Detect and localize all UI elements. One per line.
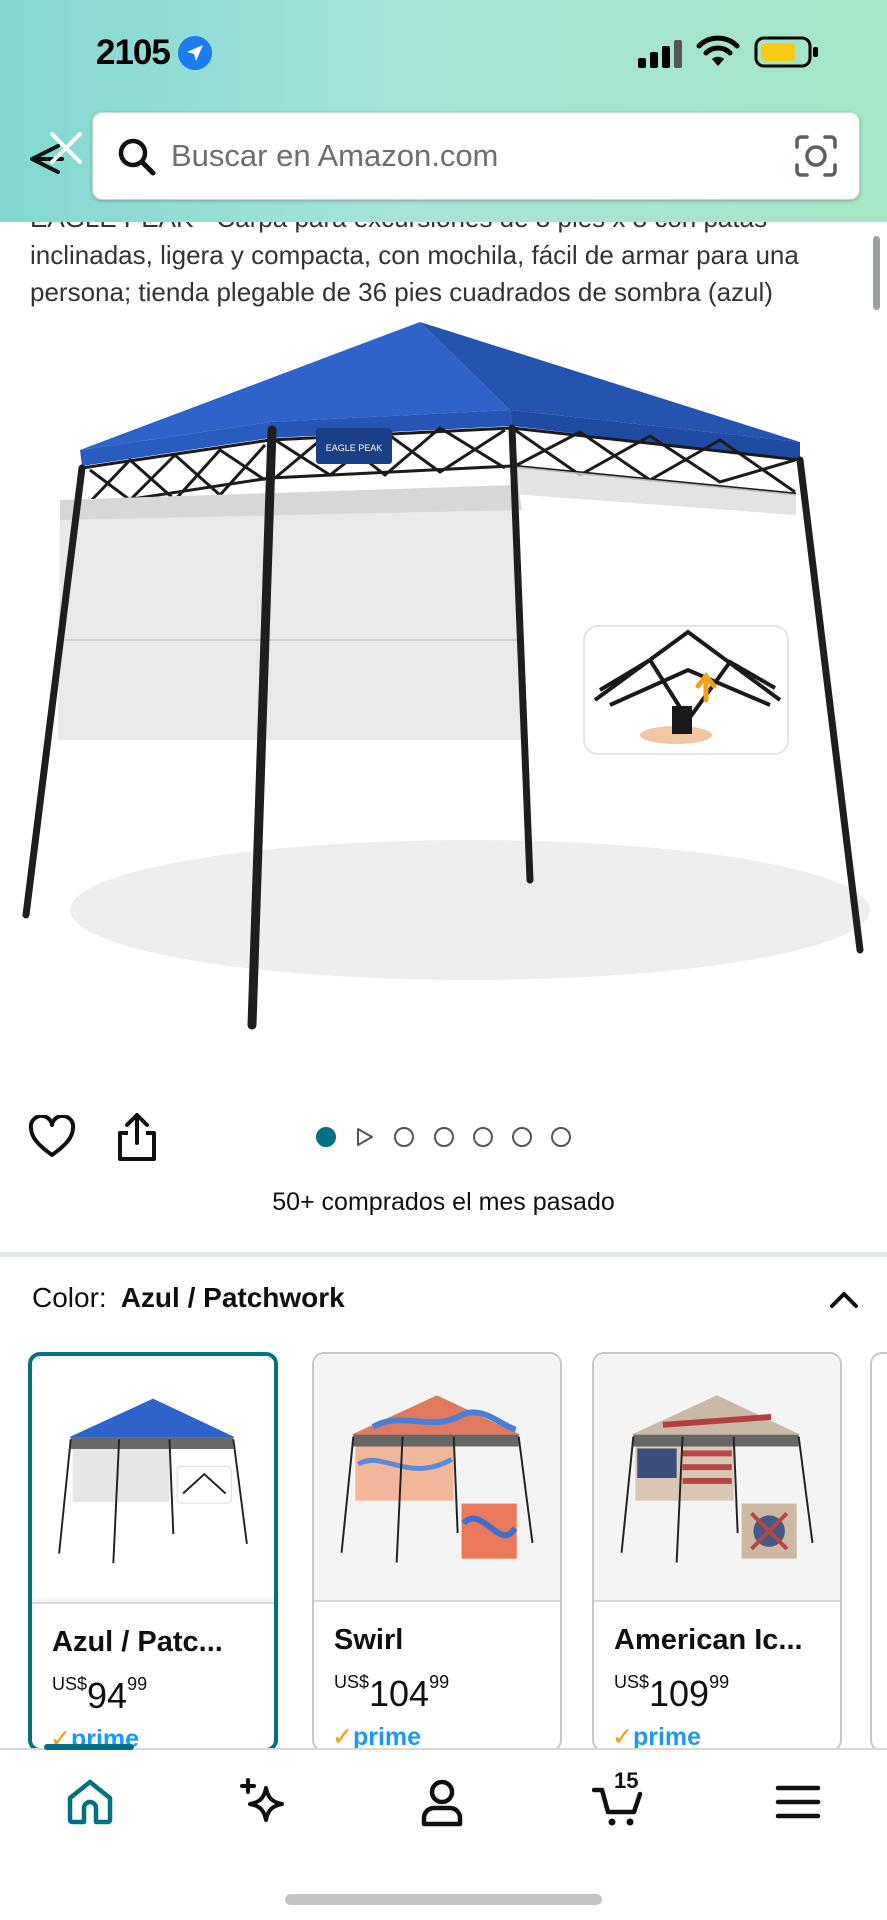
prime-label: prime	[632, 1723, 702, 1751]
app-header: 2105	[0, 0, 887, 222]
swatch-separator	[314, 1600, 560, 1602]
carousel-dot[interactable]	[473, 1127, 493, 1147]
home-icon[interactable]	[64, 1776, 116, 1828]
cart-count-badge: 15	[614, 1768, 639, 1793]
color-swatch-american-icon[interactable]: American Ic... US$10999 ✓prime	[592, 1352, 842, 1752]
bottom-navigation: 15	[0, 1744, 887, 1920]
purchase-count-text: 50+ comprados el mes pasado	[272, 1188, 615, 1216]
search-icon[interactable]	[113, 133, 161, 181]
carousel-dot[interactable]	[512, 1127, 532, 1147]
prime-check-icon: ✓	[332, 1723, 353, 1751]
video-play-icon[interactable]	[354, 1127, 374, 1147]
carousel-dot[interactable]	[434, 1127, 454, 1147]
swatch-image	[314, 1354, 560, 1600]
price-fraction: 99	[429, 1672, 450, 1692]
price-whole: 94	[87, 1675, 128, 1716]
account-icon[interactable]	[416, 1776, 468, 1828]
back-arrow-icon[interactable]	[22, 132, 92, 186]
search-row	[0, 112, 887, 202]
swatch-name: American Ic...	[614, 1624, 803, 1656]
price-fraction: 99	[709, 1672, 730, 1692]
price-fraction: 99	[127, 1674, 148, 1694]
active-tab-indicator	[44, 1744, 134, 1750]
heart-icon[interactable]	[28, 1115, 76, 1159]
home-indicator-bar[interactable]	[285, 1894, 602, 1905]
swatch-image	[32, 1356, 274, 1602]
location-arrow-icon	[178, 36, 212, 70]
color-selector-header[interactable]: Color: Azul / Patchwork	[32, 1282, 862, 1326]
wifi-icon	[696, 35, 740, 66]
price-currency: US$	[52, 1674, 88, 1694]
rufus-sparkle-icon[interactable]	[238, 1776, 290, 1828]
scroll-indicator	[873, 236, 880, 310]
status-bar: 2105	[0, 0, 887, 100]
swatch-price: US$10999	[614, 1672, 729, 1715]
product-image[interactable]: EAGLE PEAK	[0, 310, 887, 1050]
carousel-dot[interactable]	[551, 1127, 571, 1147]
menu-icon[interactable]	[772, 1776, 824, 1828]
carousel-dot-active[interactable]	[316, 1127, 336, 1147]
price-whole: 109	[649, 1673, 710, 1714]
logo-badge-text: EAGLE PEAK	[326, 443, 383, 453]
search-input[interactable]	[171, 113, 771, 199]
status-time: 2105	[96, 33, 171, 72]
color-label: Color:	[32, 1282, 107, 1313]
share-icon[interactable]	[114, 1111, 160, 1163]
carousel-dot[interactable]	[394, 1127, 414, 1147]
prime-check-icon: ✓	[612, 1723, 633, 1751]
cellular-signal-icon	[638, 38, 682, 68]
swatch-name: Azul / Patc...	[52, 1626, 223, 1658]
price-currency: US$	[334, 1672, 370, 1692]
swatch-separator	[32, 1602, 274, 1604]
swatch-image	[594, 1354, 840, 1600]
color-swatch-list: Azul / Patc... US$9499 ✓prime Swirl US$1…	[28, 1352, 887, 1752]
color-swatch-partial[interactable]	[870, 1352, 887, 1752]
price-whole: 104	[369, 1673, 430, 1714]
prime-label: prime	[352, 1723, 422, 1751]
chevron-up-icon[interactable]	[826, 1282, 862, 1318]
swatch-name: Swirl	[334, 1624, 404, 1656]
swatch-price: US$9499	[52, 1674, 147, 1717]
section-divider	[0, 1252, 887, 1257]
camera-lens-icon[interactable]	[793, 133, 839, 179]
color-swatch-azul[interactable]: Azul / Patc... US$9499 ✓prime	[28, 1352, 278, 1752]
price-currency: US$	[614, 1672, 650, 1692]
color-swatch-swirl[interactable]: Swirl US$10499 ✓prime	[312, 1352, 562, 1752]
image-actions-row	[0, 1105, 887, 1175]
color-value: Azul / Patchwork	[120, 1282, 345, 1313]
battery-icon	[754, 36, 818, 68]
swatch-price: US$10499	[334, 1672, 449, 1715]
search-bar[interactable]	[92, 112, 860, 200]
swatch-separator	[594, 1600, 840, 1602]
